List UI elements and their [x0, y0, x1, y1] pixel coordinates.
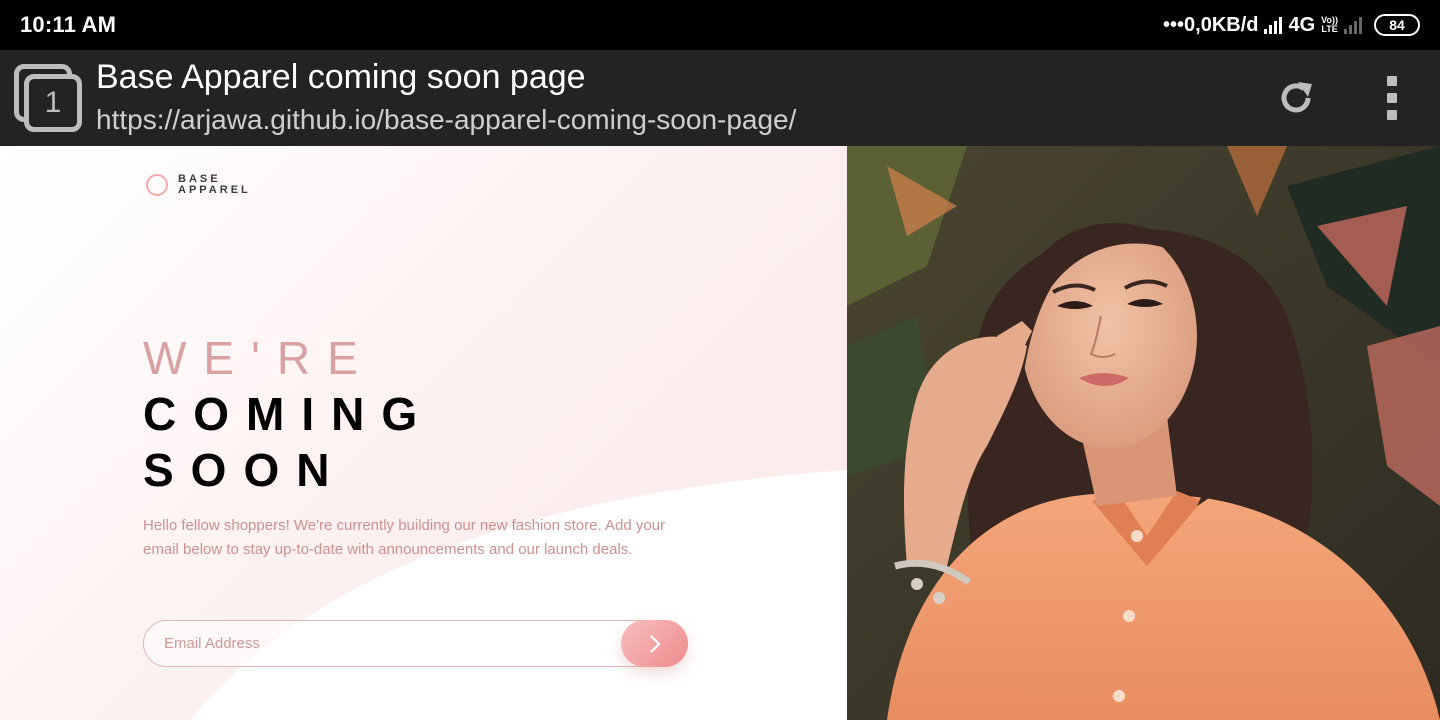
status-indicators: •••0,0KB/d 4G Vo)) LTE 84	[1163, 14, 1420, 37]
browser-toolbar: 1 Base Apparel coming soon page https://…	[0, 50, 1440, 146]
menu-dot-icon	[1387, 93, 1397, 103]
battery-icon: 84	[1374, 14, 1420, 36]
chevron-right-icon	[649, 634, 661, 653]
hero-image	[847, 146, 1440, 720]
status-bar: 10:11 AM •••0,0KB/d 4G Vo)) LTE 84	[0, 0, 1440, 50]
page-title: Base Apparel coming soon page	[96, 58, 586, 96]
web-page: BASE APPAREL WE'RE COMING SOON Hello fel…	[0, 146, 1440, 720]
menu-dot-icon	[1387, 110, 1397, 120]
intro-text: Hello fellow shoppers! We're currently b…	[143, 517, 666, 558]
volte-icon: Vo)) LTE	[1321, 16, 1338, 34]
data-rate: •••0,0KB/d	[1163, 13, 1259, 36]
logo-line-2: APPAREL	[178, 184, 251, 196]
brand-logo[interactable]: BASE APPAREL	[146, 174, 251, 196]
signal-strength-icon	[1264, 16, 1283, 34]
tab-count: 1	[24, 74, 82, 132]
url-field[interactable]: https://arjawa.github.io/base-apparel-co…	[96, 104, 796, 136]
menu-dot-icon	[1387, 76, 1397, 86]
reload-icon	[1281, 82, 1312, 113]
headline-light: WE'RE	[143, 332, 375, 384]
content-panel: BASE APPAREL WE'RE COMING SOON Hello fel…	[0, 146, 847, 720]
headline: WE'RE COMING SOON	[143, 330, 434, 498]
headline-coming: COMING	[143, 388, 435, 440]
volte-bottom: LTE	[1321, 24, 1338, 34]
status-time: 10:11 AM	[20, 12, 117, 37]
signal-secondary-icon	[1344, 16, 1362, 34]
tab-switcher-button[interactable]: 1	[14, 64, 82, 132]
headline-soon: SOON	[143, 444, 347, 496]
network-type: 4G	[1288, 13, 1316, 36]
reload-button[interactable]	[1274, 76, 1318, 120]
logo-text: BASE APPAREL	[178, 174, 251, 196]
overflow-menu-button[interactable]	[1380, 76, 1404, 120]
email-signup-form	[143, 620, 688, 667]
logo-circle-icon	[146, 174, 168, 196]
submit-button[interactable]	[621, 620, 688, 667]
email-input[interactable]	[164, 621, 594, 666]
hero-photo	[847, 146, 1440, 720]
